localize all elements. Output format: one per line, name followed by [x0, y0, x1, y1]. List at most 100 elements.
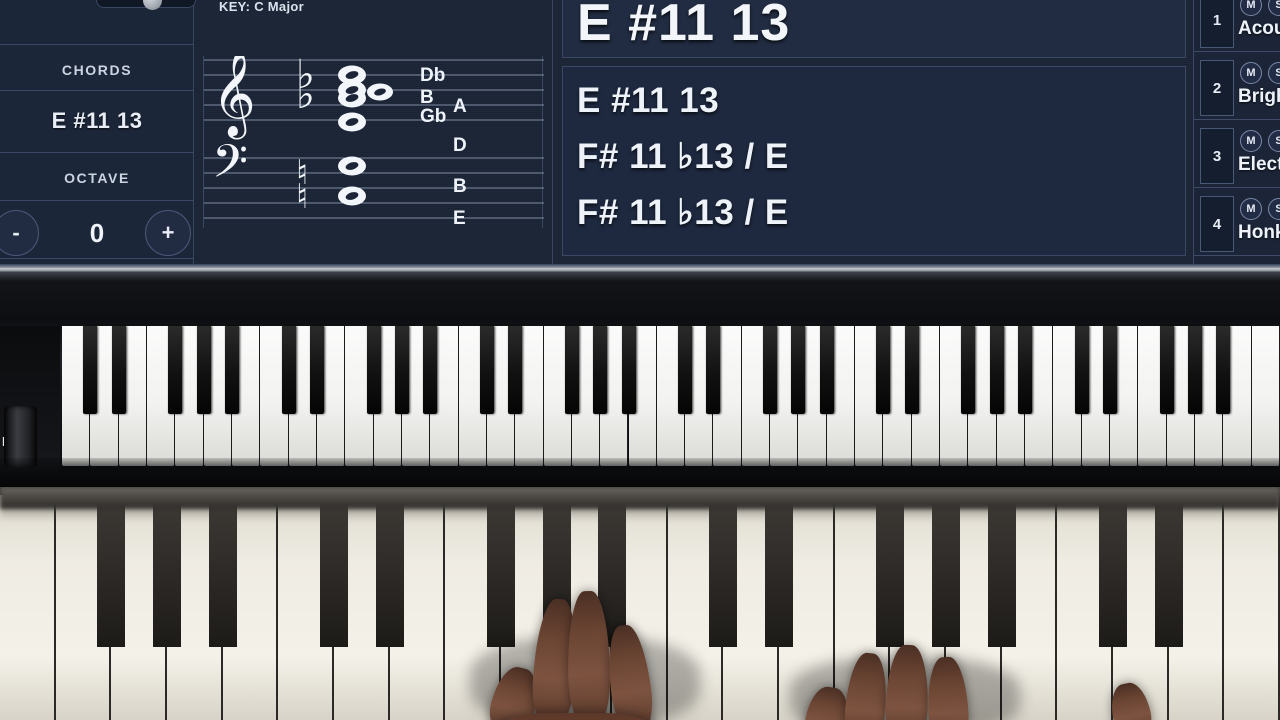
virtual-black-key[interactable]: [1074, 326, 1089, 414]
virtual-black-key[interactable]: [763, 326, 778, 414]
primary-chord-name: E #11 13: [577, 0, 791, 52]
virtual-black-key[interactable]: [564, 326, 579, 414]
octave-section-label: OCTAVE: [64, 170, 130, 186]
instrument-row[interactable]: 1 M S Acou: [1194, 0, 1280, 52]
virtual-black-key[interactable]: [423, 326, 438, 414]
note-name: Gb: [420, 106, 446, 127]
virtual-key-bed[interactable]: [62, 326, 1280, 466]
chord-plugin-panel: CHORDS E #11 13 OCTAVE - 0 + KEY: C Majo…: [0, 0, 1280, 272]
virtual-black-key[interactable]: [394, 326, 409, 414]
piano-photo: [0, 487, 1280, 720]
keyboard-case-top-edge: [0, 272, 1280, 282]
note-name: E: [453, 208, 466, 228]
mute-button[interactable]: M: [1240, 0, 1262, 16]
virtual-black-key[interactable]: [1103, 326, 1118, 414]
instrument-name: Acou: [1238, 18, 1280, 39]
chords-section-label: CHORDS: [61, 62, 133, 78]
acoustic-white-key: [1224, 495, 1280, 720]
virtual-black-key[interactable]: [1216, 326, 1231, 414]
virtual-black-key[interactable]: [819, 326, 834, 414]
current-chord-readout: E #11 13: [51, 108, 143, 133]
instrument-number: 4: [1200, 196, 1234, 252]
mute-button[interactable]: M: [1240, 198, 1262, 220]
divider: [0, 258, 194, 259]
top-slider-track[interactable]: [96, 0, 196, 10]
instrument-row[interactable]: 4 M S Honk: [1194, 192, 1280, 256]
alternate-chord-name[interactable]: F# 11 ♭13 / E: [577, 129, 1185, 185]
note-name: B: [453, 176, 467, 197]
virtual-black-key[interactable]: [309, 326, 324, 414]
keyboard-lower-shadow: [0, 458, 1280, 487]
virtual-black-key[interactable]: [961, 326, 976, 414]
mute-solo-group: M S: [1240, 198, 1280, 220]
note-name: A: [453, 96, 467, 117]
instrument-row[interactable]: 3 M S Elect: [1194, 124, 1280, 188]
mute-solo-group: M S: [1240, 0, 1280, 16]
virtual-black-key[interactable]: [168, 326, 183, 414]
virtual-black-key[interactable]: [678, 326, 693, 414]
virtual-black-key[interactable]: [83, 326, 98, 414]
virtual-black-key[interactable]: [791, 326, 806, 414]
virtual-black-key[interactable]: [111, 326, 126, 414]
alternate-chord-name[interactable]: F# 11 ♭13 / E: [577, 185, 1185, 241]
mute-solo-group: M S: [1240, 130, 1280, 152]
virtual-keyboard: MOD: [0, 272, 1280, 487]
virtual-black-key[interactable]: [1159, 326, 1174, 414]
divider: [0, 152, 194, 153]
virtual-black-key[interactable]: [508, 326, 523, 414]
slider-knob[interactable]: [143, 0, 162, 10]
virtual-black-key[interactable]: [876, 326, 891, 414]
note-name: Db: [420, 65, 445, 86]
solo-button[interactable]: S: [1268, 62, 1280, 84]
chord-name-column: E #11 13 E #11 13 F# 11 ♭13 / E F# 11 ♭1…: [554, 0, 1192, 266]
virtual-black-key[interactable]: [593, 326, 608, 414]
svg-text:𝄞: 𝄞: [212, 56, 256, 140]
virtual-black-key[interactable]: [281, 326, 296, 414]
instrument-number: 1: [1200, 0, 1234, 48]
app-screenshot: CHORDS E #11 13 OCTAVE - 0 + KEY: C Majo…: [0, 0, 1280, 720]
grand-staff: 𝄞 𝄢 ♭ ♭ ♮ ♮ Db B Gb A D B E: [203, 56, 544, 228]
key-signature-label: KEY: C Major: [219, 0, 304, 14]
virtual-black-key[interactable]: [989, 326, 1004, 414]
acoustic-white-key: [0, 495, 56, 720]
virtual-black-key[interactable]: [196, 326, 211, 414]
svg-text:♭: ♭: [296, 72, 315, 118]
note-name: D: [453, 135, 467, 156]
instrument-rail: 1 M S Acou 2 M S Brigh 3 M S: [1193, 0, 1280, 266]
instrument-number: 2: [1200, 60, 1234, 116]
virtual-black-key[interactable]: [706, 326, 721, 414]
octave-increment-button[interactable]: +: [145, 210, 191, 256]
virtual-black-key[interactable]: [1188, 326, 1203, 414]
svg-text:♮: ♮: [296, 177, 308, 217]
note-name: B: [420, 87, 434, 108]
virtual-black-key[interactable]: [366, 326, 381, 414]
divider: [0, 90, 194, 91]
virtual-white-key[interactable]: [1251, 326, 1280, 466]
instrument-name: Brigh: [1238, 86, 1280, 107]
solo-button[interactable]: S: [1268, 0, 1280, 16]
left-control-column: CHORDS E #11 13 OCTAVE - 0 +: [0, 0, 196, 266]
alternate-chord-name[interactable]: E #11 13: [577, 73, 1185, 129]
virtual-black-key[interactable]: [1018, 326, 1033, 414]
svg-text:𝄢: 𝄢: [212, 135, 248, 200]
virtual-black-key[interactable]: [904, 326, 919, 414]
solo-button[interactable]: S: [1268, 198, 1280, 220]
solo-button[interactable]: S: [1268, 130, 1280, 152]
notation-column: KEY: C Major 𝄞 𝄢 ♭ ♭ ♮ ♮ Db B Gb A D B E: [195, 0, 553, 266]
mute-button[interactable]: M: [1240, 62, 1262, 84]
alternate-chord-list: E #11 13 F# 11 ♭13 / E F# 11 ♭13 / E: [562, 66, 1186, 256]
primary-chord-box: E #11 13: [562, 0, 1186, 58]
staff-notation-svg: 𝄞 𝄢 ♭ ♭ ♮ ♮ Db B Gb A D B E: [204, 56, 544, 228]
panel-bottom-edge: [0, 264, 1280, 272]
virtual-black-key[interactable]: [224, 326, 239, 414]
octave-stepper: - 0 +: [0, 206, 194, 258]
instrument-name: Elect: [1238, 154, 1280, 175]
mute-solo-group: M S: [1240, 62, 1280, 84]
virtual-black-key[interactable]: [479, 326, 494, 414]
photo-top-rail: [0, 487, 1280, 509]
instrument-row[interactable]: 2 M S Brigh: [1194, 56, 1280, 120]
divider: [0, 44, 194, 45]
mute-button[interactable]: M: [1240, 130, 1262, 152]
instrument-name: Honk: [1238, 222, 1280, 243]
virtual-black-key[interactable]: [621, 326, 636, 414]
